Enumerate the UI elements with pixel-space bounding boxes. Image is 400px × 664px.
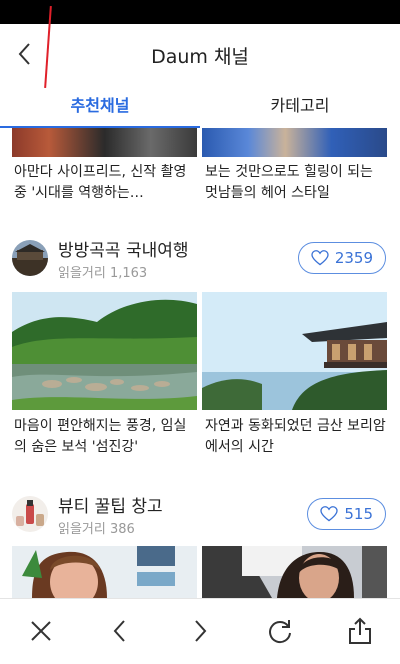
article-caption[interactable]: 보는 것만으로도 힐링이 되는 멋남들의 헤어 스타일 (205, 162, 387, 204)
like-count: 515 (344, 505, 373, 523)
status-bar (0, 0, 400, 24)
like-button[interactable]: 515 (307, 498, 386, 530)
channel-name: 뷰티 꿀팁 창고 (58, 497, 163, 517)
share-button[interactable] (346, 617, 374, 645)
refresh-icon (269, 620, 291, 644)
refresh-button[interactable] (266, 617, 294, 645)
reads-count: 1,163 (109, 266, 148, 281)
close-icon (31, 621, 51, 641)
channel-name: 방방곡곡 국내여행 (58, 241, 189, 261)
forward-arrow-icon (195, 620, 207, 642)
channel-header[interactable]: 방방곡곡 국내여행 읽을거리 1,163 2359 (0, 232, 400, 284)
heart-icon (311, 250, 329, 266)
article-caption[interactable]: 자연과 동화되었던 금산 보리암에서의 시간 (205, 416, 387, 458)
app-header: Daum 채널 (0, 24, 400, 86)
forward-nav-button[interactable] (186, 617, 214, 645)
back-arrow-icon (113, 620, 125, 642)
channel-header[interactable]: 뷰티 꿀팁 창고 읽을거리 386 515 (0, 488, 400, 540)
share-icon (349, 617, 371, 644)
article-caption[interactable]: 아만다 사이프리드, 신작 촬영 중 '시대를 역행하는… (14, 162, 196, 204)
like-button[interactable]: 2359 (297, 242, 386, 274)
tab-category[interactable]: 카테고리 (200, 86, 400, 128)
back-nav-button[interactable] (106, 617, 134, 645)
page-title: Daum 채널 (151, 46, 249, 68)
tab-recommended[interactable]: 추천채널 (0, 86, 200, 128)
article-thumbnail[interactable] (202, 128, 387, 157)
heart-icon (320, 506, 339, 522)
like-count: 2359 (334, 249, 373, 267)
close-button[interactable] (27, 617, 55, 645)
tab-bar: 추천채널 카테고리 (0, 86, 400, 128)
channel-feed[interactable]: 아만다 사이프리드, 신작 촬영 중 '시대를 역행하는… 보는 것만으로도 힐… (0, 128, 400, 598)
article-thumbnail[interactable] (202, 546, 387, 598)
reads-label: 읽을거리 (58, 266, 106, 281)
reads-label: 읽을거리 (58, 522, 106, 537)
channel-avatar[interactable] (12, 496, 48, 532)
article-thumbnail[interactable] (12, 128, 197, 157)
bottom-toolbar (0, 598, 400, 664)
article-thumbnail[interactable] (12, 546, 197, 598)
channel-read-count: 읽을거리 386 (58, 518, 135, 537)
article-thumbnail[interactable] (202, 292, 387, 410)
channel-read-count: 읽을거리 1,163 (58, 262, 147, 281)
article-caption[interactable]: 마음이 편안해지는 풍경, 임실의 숨은 보석 '섬진강' (14, 416, 199, 458)
reads-count: 386 (109, 522, 135, 537)
article-thumbnail[interactable] (12, 292, 197, 410)
channel-avatar[interactable] (12, 240, 48, 276)
